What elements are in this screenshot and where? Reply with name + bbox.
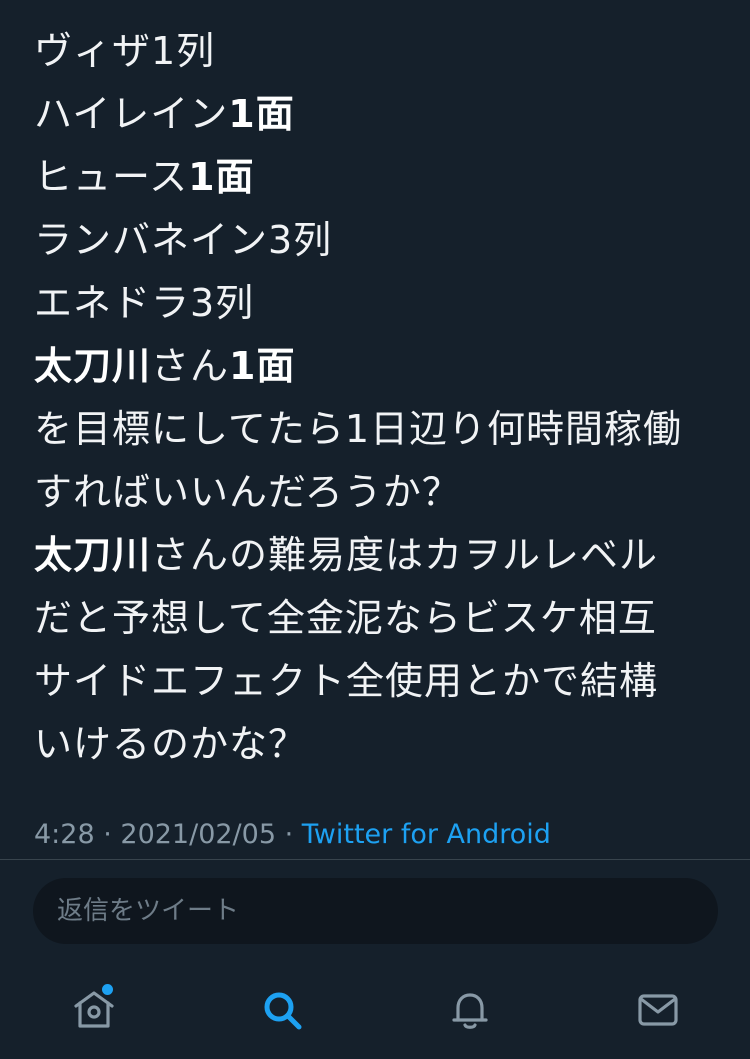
- tweet-time: 4:28: [34, 819, 95, 850]
- tweet-text-segment-bold: 太刀川: [34, 533, 152, 577]
- tweet-line: ヴィザ1列: [34, 20, 734, 83]
- tab-messages[interactable]: [634, 986, 682, 1034]
- tweet-line: ランバネイン3列: [34, 209, 734, 272]
- tweet-line: ヒュース1面: [34, 146, 734, 209]
- notification-dot: [100, 982, 115, 997]
- bell-icon: [446, 986, 494, 1034]
- reply-input[interactable]: 返信をツイート: [33, 878, 718, 944]
- tweet-text-segment-bold: 1面: [229, 344, 296, 388]
- reply-placeholder: 返信をツイート: [57, 896, 240, 926]
- tweet-text-segment: を目標にしてたら1日辺り何時間稼働: [34, 407, 683, 451]
- tweet-source-link[interactable]: Twitter for Android: [302, 819, 551, 850]
- tweet-text-segment: さん: [151, 344, 230, 388]
- tab-notifications[interactable]: [446, 986, 494, 1034]
- bottom-tab-bar: [0, 970, 750, 1059]
- tweet-line: エネドラ3列: [34, 272, 734, 335]
- search-icon: [258, 986, 306, 1034]
- meta-separator: ·: [94, 819, 121, 850]
- meta-separator: ·: [276, 819, 302, 850]
- tweet-text-segment: サイドエフェクト全使用とかで結構: [34, 659, 659, 703]
- tweet-text-segment-bold: 1面: [188, 155, 255, 199]
- tweet-text: ヴィザ1列 ハイレイン1面 ヒュース1面 ランバネイン3列 エネドラ3列 太刀川…: [34, 20, 734, 776]
- tweet-text-segment: ヴィザ1列: [34, 29, 216, 73]
- tweet-meta: 4:28 · 2021/02/05 · Twitter for Android: [34, 815, 551, 855]
- tweet-text-segment-bold: 1面: [228, 92, 295, 136]
- tweet-line: ハイレイン1面: [34, 83, 734, 146]
- tweet-text-segment: ハイレイン: [34, 92, 229, 136]
- tweet-text-segment-bold: 太刀川: [34, 344, 152, 388]
- tweet-line: いけるのかな？: [34, 713, 734, 776]
- tweet-text-segment: さんの難易度はカヲルレベル: [151, 533, 659, 577]
- tweet-date: 2021/02/05: [120, 819, 277, 850]
- tweet-text-segment: ランバネイン3列: [34, 218, 333, 262]
- tweet-line: すればいいんだろうか？: [34, 461, 734, 524]
- tweet-text-segment: いけるのかな？: [34, 722, 308, 766]
- tweet-detail-screen: ヴィザ1列 ハイレイン1面 ヒュース1面 ランバネイン3列 エネドラ3列 太刀川…: [0, 0, 750, 1059]
- tab-home[interactable]: [70, 982, 118, 1034]
- tweet-line: サイドエフェクト全使用とかで結構: [34, 650, 734, 713]
- tweet-line: 太刀川さんの難易度はカヲルレベル: [34, 524, 734, 587]
- tweet-text-segment: だと予想して全金泥ならビスケ相互: [34, 596, 657, 640]
- tab-search[interactable]: [258, 986, 306, 1034]
- tweet-line: 太刀川さん1面: [34, 335, 734, 398]
- mail-icon: [634, 986, 682, 1034]
- tweet-text-segment: ヒュース: [34, 155, 189, 199]
- tweet-text-segment: エネドラ3列: [34, 281, 255, 325]
- tweet-line: だと予想して全金泥ならビスケ相互: [34, 587, 734, 650]
- tweet-text-segment: すればいいんだろうか？: [34, 470, 461, 514]
- tweet-line: を目標にしてたら1日辺り何時間稼働: [34, 398, 734, 461]
- divider: [0, 859, 750, 860]
